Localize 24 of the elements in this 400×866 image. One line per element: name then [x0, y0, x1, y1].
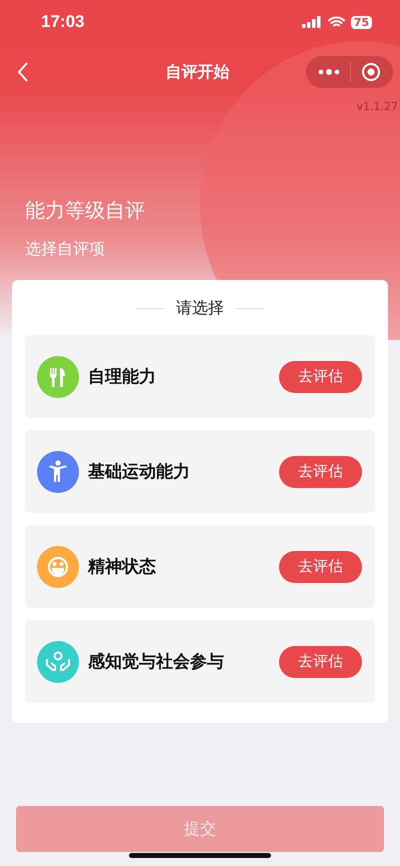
card-heading: 请选择 [176, 298, 224, 319]
capsule-menu[interactable] [306, 56, 393, 88]
assessment-item[interactable]: 感知觉与社会参与 去评估 [25, 620, 375, 703]
signal-icon [302, 16, 322, 28]
more-icon[interactable] [318, 68, 340, 76]
item-name: 感知觉与社会参与 [88, 651, 225, 673]
evaluate-button[interactable]: 去评估 [279, 456, 362, 488]
wifi-icon [328, 16, 345, 28]
page-title: 自评开始 [164, 62, 230, 82]
close-icon[interactable] [361, 62, 381, 82]
item-name: 基础运动能力 [88, 461, 191, 483]
assessment-item[interactable]: 自理能力 去评估 [25, 335, 375, 418]
status-time: 17:03 [41, 12, 84, 32]
assessment-item[interactable]: 精神状态 去评估 [25, 525, 375, 608]
evaluate-button[interactable]: 去评估 [279, 646, 362, 678]
hero-title: 能力等级自评 [25, 197, 146, 224]
evaluate-button[interactable]: 去评估 [279, 550, 362, 582]
assessment-item[interactable]: 基础运动能力 去评估 [25, 430, 375, 513]
item-name: 精神状态 [88, 556, 157, 578]
back-icon[interactable] [17, 62, 29, 82]
version-text: v1.1.27 [356, 100, 398, 113]
evaluate-button[interactable]: 去评估 [279, 360, 362, 392]
hero-subtitle: 选择自评项 [25, 239, 106, 260]
item-name: 自理能力 [88, 366, 157, 388]
